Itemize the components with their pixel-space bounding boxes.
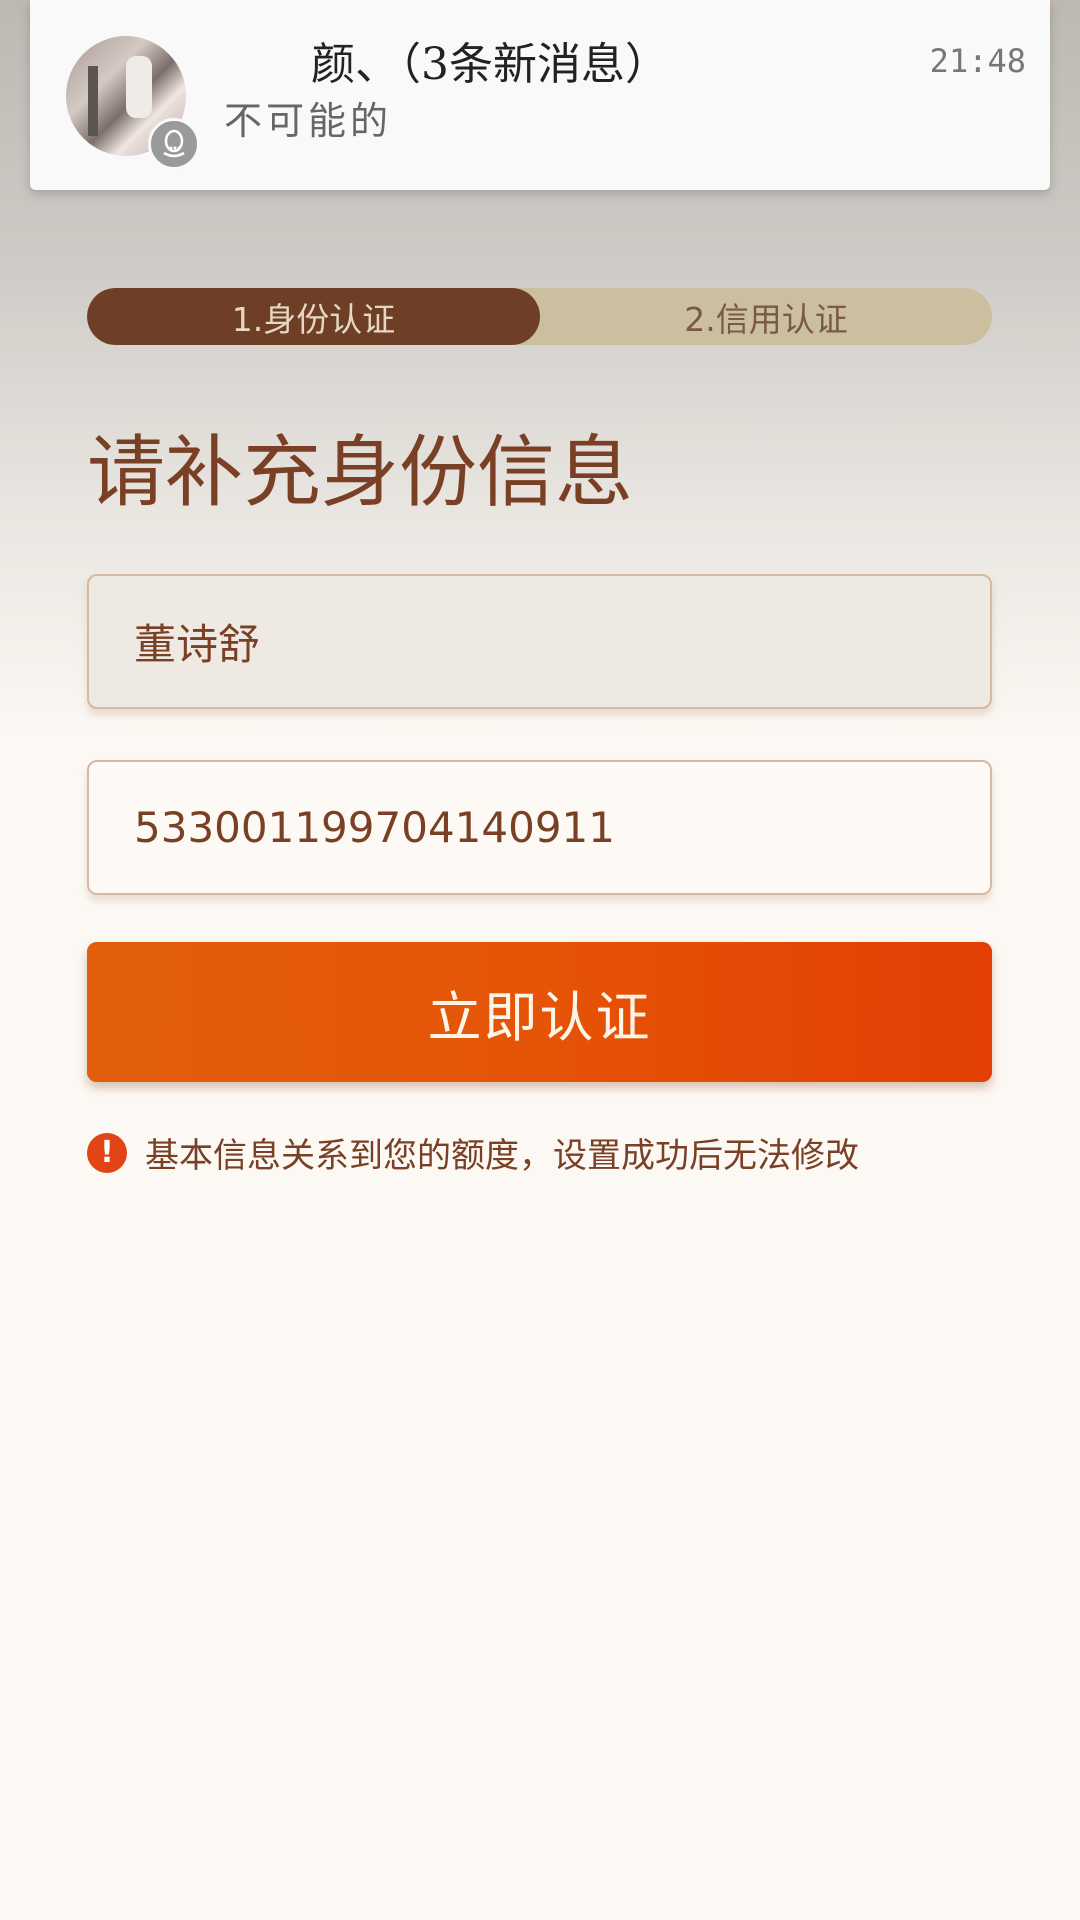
notice-text: 基本信息关系到您的额度，设置成功后无法修改	[145, 1136, 859, 1176]
notification-time: 21:48	[929, 42, 1026, 80]
verify-now-label: 立即认证	[87, 942, 992, 1082]
id-number-field[interactable]: 533001199704140911	[87, 760, 992, 895]
notification-title: 颜、（3条新消息）	[311, 39, 669, 90]
page-title: 请补充身份信息	[87, 428, 634, 518]
qq-penguin-glyph	[163, 129, 185, 158]
verify-now-button[interactable]: 立即认证	[87, 942, 992, 1082]
notification-body: 不可能的	[224, 99, 393, 143]
id-number-field-value: 533001199704140911	[134, 803, 615, 852]
name-field[interactable]: 董诗舒	[87, 574, 992, 709]
avatar-detail	[88, 66, 98, 136]
step-identity-auth[interactable]: 1.身份认证	[87, 288, 540, 345]
name-field-value: 董诗舒	[134, 620, 261, 669]
message-notification[interactable]: 颜、（3条新消息） 不可能的 21:48	[30, 0, 1050, 190]
step-credit-auth[interactable]: 2.信用认证	[540, 288, 992, 345]
notice: ! 基本信息关系到您的额度，设置成功后无法修改	[87, 1128, 859, 1177]
qq-penguin-icon	[148, 118, 200, 170]
avatar-detail	[126, 56, 152, 118]
step-indicator: 1.身份认证 2.信用认证	[87, 288, 992, 345]
exclamation-icon: !	[87, 1132, 127, 1173]
